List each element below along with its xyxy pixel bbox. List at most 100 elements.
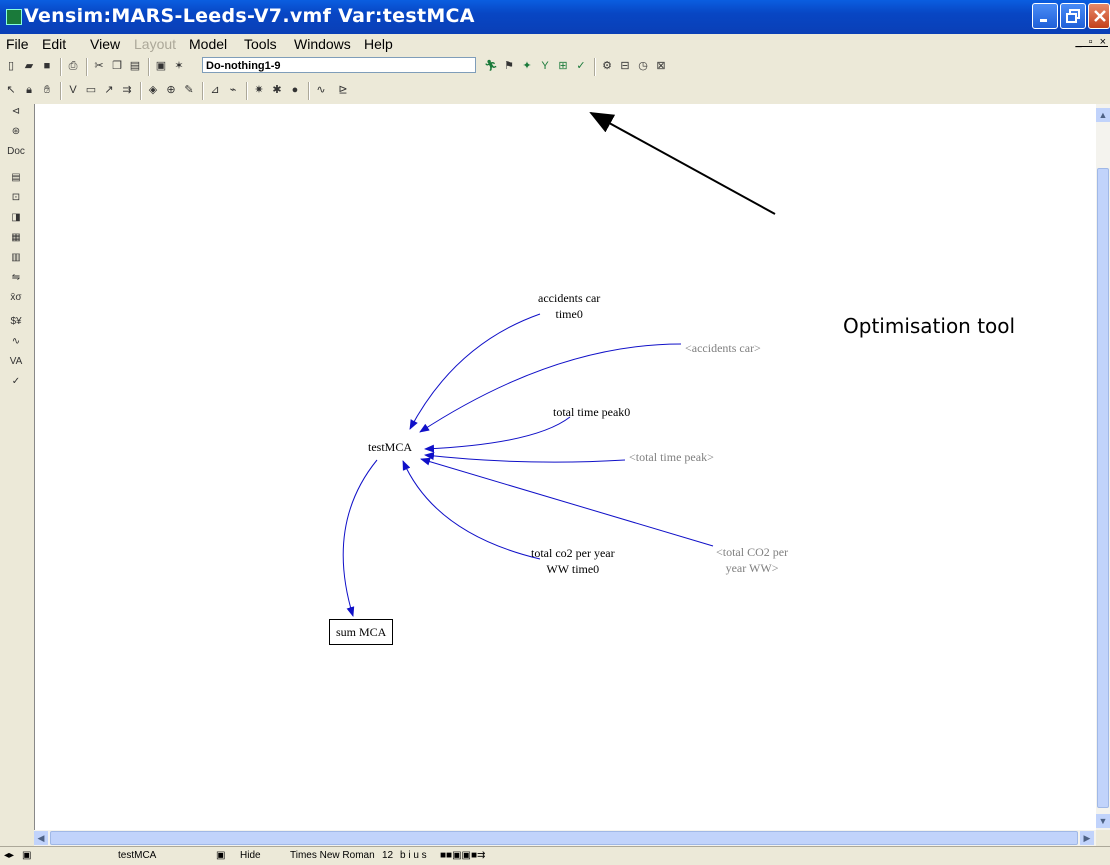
menu-file[interactable]: File bbox=[6, 36, 29, 52]
link-total-time-peak0 bbox=[424, 416, 571, 453]
histogram-icon[interactable]: ▦ bbox=[6, 230, 26, 246]
lock-sketch-icon[interactable]: 🔒︎ bbox=[22, 83, 36, 97]
vertical-scrollbar[interactable]: ▲ ▼ bbox=[1096, 104, 1110, 830]
save-icon[interactable]: ■ bbox=[40, 59, 54, 73]
menu-view[interactable]: View bbox=[90, 36, 120, 52]
mdi-window-controls[interactable]: _ ▫ × bbox=[1075, 36, 1108, 48]
nav-arrows-icon[interactable]: ◂▸ bbox=[4, 850, 14, 861]
link-total-co2-shadow bbox=[420, 457, 714, 547]
variable-icon[interactable]: V bbox=[66, 83, 80, 97]
input-output-icon[interactable]: ⊕ bbox=[164, 83, 178, 97]
optimisation-tool-icon[interactable]: ∿ bbox=[314, 83, 328, 97]
statistics-icon[interactable]: x̄σ bbox=[6, 290, 26, 306]
status-font-name[interactable]: Times New Roman bbox=[290, 850, 375, 861]
annotation-label: Optimisation tool bbox=[843, 314, 1016, 338]
run-game-icon[interactable]: ⚑ bbox=[502, 59, 516, 73]
sketch-graph-icon[interactable]: ⊵ bbox=[336, 83, 350, 97]
sketch-comment-icon[interactable]: ✎ bbox=[182, 83, 196, 97]
close-button[interactable] bbox=[1088, 3, 1110, 29]
scroll-right-button[interactable]: ▶ bbox=[1080, 831, 1094, 845]
menu-layout[interactable]: Layout bbox=[134, 36, 176, 52]
scroll-left-button[interactable]: ◀ bbox=[34, 831, 48, 845]
reality-check-icon[interactable]: ✓ bbox=[574, 59, 588, 73]
link-total-time-peak-shadow bbox=[424, 452, 626, 463]
sketch-canvas[interactable]: accidents car time0 <accidents car> tota… bbox=[34, 104, 1097, 830]
venapp-icon[interactable]: VA bbox=[6, 354, 26, 370]
lock-icon[interactable]: ⊠ bbox=[654, 59, 668, 73]
cut-icon[interactable]: ✂ bbox=[92, 59, 106, 73]
pointer-icon[interactable]: ↖ bbox=[4, 83, 18, 97]
sensitivity-icon[interactable]: Y bbox=[538, 59, 552, 73]
shadow-var-accidents-car[interactable]: <accidents car> bbox=[685, 340, 761, 356]
loops-icon[interactable]: ⊛ bbox=[6, 124, 26, 140]
vertical-scroll-thumb[interactable] bbox=[1097, 168, 1109, 808]
link-total-co2 bbox=[402, 460, 541, 560]
minimize-button[interactable] bbox=[1032, 3, 1058, 29]
vensim-app-icon bbox=[6, 9, 22, 25]
units-check-icon[interactable]: $¥ bbox=[6, 314, 26, 330]
hide-wand-icon[interactable]: ⌁ bbox=[226, 83, 240, 97]
box-variable-icon[interactable]: ▭ bbox=[84, 83, 98, 97]
unhide-wand-icon[interactable]: ⊿ bbox=[208, 83, 222, 97]
arrow-tool-icon[interactable]: ↗ bbox=[102, 83, 116, 97]
hide-toggle-icon[interactable]: ▣ bbox=[216, 850, 225, 861]
synthesim-icon[interactable]: ✦ bbox=[520, 59, 534, 73]
simulation-name-input[interactable]: Do-nothing1-9 bbox=[202, 57, 476, 73]
shadow-variable-icon[interactable]: ◈ bbox=[146, 83, 160, 97]
optimize-icon[interactable]: ⊞ bbox=[556, 59, 570, 73]
status-font-size[interactable]: 12 bbox=[382, 850, 393, 861]
copy-icon[interactable]: ❐ bbox=[110, 59, 124, 73]
horizontal-scroll-thumb[interactable] bbox=[50, 831, 1078, 845]
color-style-icons[interactable]: ■■▣▣■⇉ bbox=[440, 850, 485, 861]
menu-tools[interactable]: Tools bbox=[244, 36, 277, 52]
var-accidents-car-time0[interactable]: accidents car time0 bbox=[538, 290, 600, 322]
view-lock-icon[interactable]: ▣ bbox=[22, 850, 31, 861]
sensitivity-graph-icon[interactable]: ∿ bbox=[6, 334, 26, 350]
print-icon[interactable]: ⎙ bbox=[66, 59, 80, 73]
status-variable-name: testMCA bbox=[118, 850, 157, 861]
menu-help[interactable]: Help bbox=[364, 36, 393, 52]
build-windows-icon[interactable]: ⚙ bbox=[600, 59, 614, 73]
output-windows-icon[interactable]: ⊟ bbox=[618, 59, 632, 73]
var-total-time-peak0[interactable]: total time peak0 bbox=[553, 404, 630, 420]
scroll-down-button[interactable]: ▼ bbox=[1096, 814, 1110, 828]
horizontal-scrollbar[interactable]: ◀ ▶ bbox=[34, 830, 1096, 846]
shadow-var-total-time-peak[interactable]: <total time peak> bbox=[629, 449, 714, 465]
control-icon[interactable]: ◷ bbox=[636, 59, 650, 73]
open-model-icon[interactable]: ▰ bbox=[22, 59, 36, 73]
set-simulation-icon[interactable]: ✶ bbox=[172, 59, 186, 73]
link-accidents-car-time0 bbox=[409, 313, 541, 430]
status-hide[interactable]: Hide bbox=[240, 850, 261, 861]
move-pan-icon[interactable]: ✋︎ bbox=[40, 83, 54, 97]
rate-icon[interactable]: ⇉ bbox=[120, 83, 134, 97]
gaming-icon[interactable]: ✓ bbox=[6, 374, 26, 390]
table-icon[interactable]: ▥ bbox=[6, 250, 26, 266]
menu-windows[interactable]: Windows bbox=[294, 36, 351, 52]
title-bar: Vensim:MARS-Leeds-V7.vmf Var:testMCA bbox=[0, 0, 1110, 34]
bar-graph-icon[interactable]: ◨ bbox=[6, 210, 26, 226]
restore-button[interactable] bbox=[1060, 3, 1086, 29]
paste-icon[interactable]: ▤ bbox=[128, 59, 142, 73]
var-sum-mca[interactable]: sum MCA bbox=[329, 619, 394, 645]
graph-icon[interactable]: ⊡ bbox=[6, 190, 26, 206]
var-total-co2-per-year-ww-time0[interactable]: total co2 per year WW time0 bbox=[531, 545, 615, 577]
link-accidents-car-shadow bbox=[419, 343, 682, 433]
document-icon[interactable]: Doc bbox=[6, 144, 26, 160]
pie-icon[interactable]: ● bbox=[288, 83, 302, 97]
strip-graph-icon[interactable]: ▤ bbox=[6, 170, 26, 186]
main-toolbar: ▯ ▰ ■ ⎙ ✂ ❐ ▤ ▣ ✶ Do-nothing1-9 🏃︎ ⚑ ✦ Y… bbox=[0, 55, 1110, 79]
var-testMCA[interactable]: testMCA bbox=[368, 439, 412, 455]
status-font-styles[interactable]: b i u s bbox=[400, 850, 427, 861]
delete-icon[interactable]: ✷ bbox=[252, 83, 266, 97]
causes-tree-icon[interactable]: ⊲ bbox=[6, 104, 26, 120]
new-model-icon[interactable]: ▯ bbox=[4, 59, 18, 73]
menu-model[interactable]: Model bbox=[189, 36, 227, 52]
control-panel-icon[interactable]: ▣ bbox=[154, 59, 168, 73]
equations-icon[interactable]: ✱ bbox=[270, 83, 284, 97]
shadow-var-total-co2-per-year-ww[interactable]: <total CO2 per year WW> bbox=[716, 544, 788, 576]
menu-edit[interactable]: Edit bbox=[42, 36, 66, 52]
run-simulation-icon[interactable]: 🏃︎ bbox=[484, 59, 498, 73]
runs-compare-icon[interactable]: ⇋ bbox=[6, 270, 26, 286]
status-bar: ◂▸ ▣ testMCA ▣ Hide Times New Roman 12 b… bbox=[0, 846, 1110, 865]
scroll-up-button[interactable]: ▲ bbox=[1096, 108, 1110, 122]
